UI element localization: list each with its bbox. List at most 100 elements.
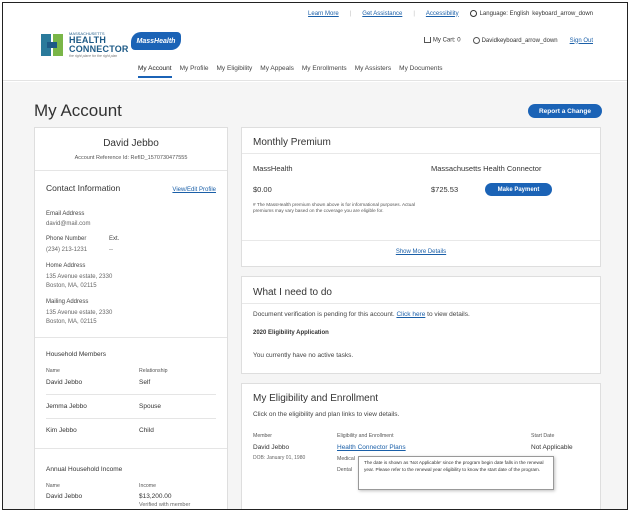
start-date-tooltip: The date is shown as 'Not Applicable' si… xyxy=(358,456,554,490)
no-tasks-message: You currently have no active tasks. xyxy=(253,352,354,359)
user-menu[interactable]: Davidkeyboard_arrow_down xyxy=(472,37,558,45)
col-member: Member xyxy=(253,433,273,439)
todo-message: Document verification is pending for thi… xyxy=(253,311,470,318)
masshealth-logo[interactable]: MassHealth xyxy=(131,32,181,50)
income-col-income: Income xyxy=(139,483,157,489)
profile-card: David Jebbo Account Reference Id: RefID_… xyxy=(34,127,228,509)
health-connector-logo-icon xyxy=(41,34,65,57)
member-relationship: Spouse xyxy=(139,403,162,410)
language-selector[interactable]: Language: English keyboard_arrow_down xyxy=(469,10,593,17)
click-here-link[interactable]: Click here xyxy=(396,311,425,318)
health-connector-amount: $725.53 xyxy=(431,185,459,194)
divider xyxy=(46,394,216,395)
medical-label: Medical xyxy=(337,456,355,462)
page-frame: Learn More | Get Assistance | Accessibil… xyxy=(2,2,628,510)
income-title: Annual Household Income xyxy=(46,466,123,473)
todo-card: What I need to do Document verification … xyxy=(241,276,601,374)
health-connector-logo[interactable]: MASSACHUSETTS HEALTH CONNECTOR the right… xyxy=(41,32,129,59)
divider xyxy=(35,170,227,171)
cart-icon xyxy=(423,37,431,44)
divider xyxy=(242,303,600,304)
member-name: David Jebbo xyxy=(46,379,83,386)
income-member-name: David Jebbo xyxy=(46,493,83,500)
show-more-details-link[interactable]: Show More Details xyxy=(396,249,446,255)
masshealth-amount: $0.00 xyxy=(253,185,272,194)
nav-my-account[interactable]: My Account xyxy=(138,65,172,78)
income-col-name: Name xyxy=(46,483,60,489)
health-connector-plans-link[interactable]: Health Connector Plans xyxy=(337,444,406,451)
get-assistance-link[interactable]: Get Assistance xyxy=(362,11,402,17)
premium-fine-print: # The MassHealth premium shown above is … xyxy=(253,202,415,214)
nav-my-assisters[interactable]: My Assisters xyxy=(355,65,391,78)
ext-value: -- xyxy=(109,247,113,253)
mailing-address-line2: Boston, MA, 02115 xyxy=(46,319,97,325)
home-address-label: Home Address xyxy=(46,263,86,269)
phone-value: (234) 213-1231 xyxy=(46,247,88,253)
home-address-line2: Boston, MA, 02115 xyxy=(46,283,97,289)
masshealth-heading: MassHealth xyxy=(253,164,293,173)
todo-title: What I need to do xyxy=(253,287,332,298)
premium-title: Monthly Premium xyxy=(253,137,331,148)
divider xyxy=(35,448,227,449)
accessibility-link[interactable]: Accessibility xyxy=(426,11,459,17)
nav-my-eligibility[interactable]: My Eligibility xyxy=(217,65,253,78)
email-label: Email Address xyxy=(46,211,85,217)
user-bar: My Cart: 0 Davidkeyboard_arrow_down Sign… xyxy=(423,37,593,45)
language-label: Language: English xyxy=(479,10,530,17)
start-date-value[interactable]: Not Applicable xyxy=(531,444,573,451)
nav-my-appeals[interactable]: My Appeals xyxy=(260,65,294,78)
health-connector-heading: Massachusetts Health Connector xyxy=(431,164,542,173)
globe-icon xyxy=(469,10,477,17)
elig-member-dob: DOB: January 01, 1980 xyxy=(253,455,306,461)
utility-bar: Learn More | Get Assistance | Accessibil… xyxy=(308,10,593,17)
divider xyxy=(46,418,216,419)
chevron-down-icon: keyboard_arrow_down xyxy=(496,38,558,45)
make-payment-button[interactable]: Make Payment xyxy=(485,183,552,196)
cart-link[interactable]: My Cart: 0 xyxy=(423,37,461,44)
dental-label: Dental xyxy=(337,467,352,473)
household-col-relationship: Relationship xyxy=(139,368,168,374)
divider xyxy=(242,240,600,241)
divider xyxy=(242,153,600,154)
site-header: MASSACHUSETTS HEALTH CONNECTOR the right… xyxy=(3,23,627,81)
eligibility-card: My Eligibility and Enrollment Click on t… xyxy=(241,383,601,509)
divider: | xyxy=(413,10,415,17)
monthly-premium-card: Monthly Premium MassHealth Massachusetts… xyxy=(241,127,601,267)
contact-header: Contact Information View/Edit Profile xyxy=(46,183,216,193)
user-name: David xyxy=(481,38,497,45)
phone-label: Phone Number xyxy=(46,236,87,242)
report-change-button[interactable]: Report a Change xyxy=(528,104,602,118)
divider xyxy=(35,337,227,338)
member-relationship: Child xyxy=(139,427,154,434)
main-nav: My Account My Profile My Eligibility My … xyxy=(138,65,443,78)
col-eligibility: Eligibility and Enrollment xyxy=(337,433,394,439)
household-title: Household Members xyxy=(46,351,106,358)
household-col-name: Name xyxy=(46,368,60,374)
view-edit-profile-link[interactable]: View/Edit Profile xyxy=(172,187,216,193)
page-title: My Account xyxy=(34,101,122,120)
income-value: $13,200.00 xyxy=(139,493,172,500)
mailing-address-line1: 135 Avenue estate, 2330 xyxy=(46,310,113,316)
user-icon xyxy=(472,37,480,44)
application-label: 2020 Eligibility Application xyxy=(253,330,329,336)
mailing-address-label: Mailing Address xyxy=(46,299,89,305)
nav-my-enrollments[interactable]: My Enrollments xyxy=(302,65,347,78)
eligibility-title: My Eligibility and Enrollment xyxy=(253,393,379,404)
nav-my-documents[interactable]: My Documents xyxy=(399,65,442,78)
learn-more-link[interactable]: Learn More xyxy=(308,11,339,17)
member-name: Kim Jebbo xyxy=(46,427,77,434)
col-start-date: Start Date xyxy=(531,433,555,439)
divider: | xyxy=(349,10,352,17)
income-note: Verified with member xyxy=(139,502,191,508)
health-connector-wordmark: MASSACHUSETTS HEALTH CONNECTOR the right… xyxy=(69,31,129,58)
profile-name: David Jebbo xyxy=(103,138,159,149)
home-address-line1: 135 Avenue estate, 2330 xyxy=(46,274,113,280)
sign-out-link[interactable]: Sign Out xyxy=(570,38,593,44)
ext-label: Ext. xyxy=(109,236,120,242)
member-name: Jemma Jebbo xyxy=(46,403,87,410)
email-value: david@mail.com xyxy=(46,221,91,227)
member-relationship: Self xyxy=(139,379,151,386)
eligibility-subtitle: Click on the eligibility and plan links … xyxy=(253,411,400,418)
chevron-down-icon: keyboard_arrow_down xyxy=(532,10,593,17)
nav-my-profile[interactable]: My Profile xyxy=(180,65,209,78)
